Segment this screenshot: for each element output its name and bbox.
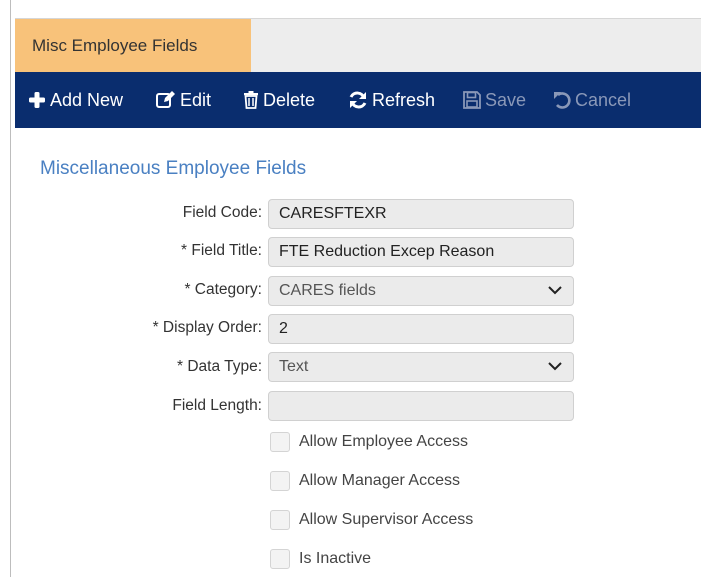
plus-icon: [29, 92, 45, 108]
field-length-input[interactable]: [268, 391, 574, 421]
field-code-label: Field Code:: [182, 204, 262, 221]
allow-manager-access-checkbox[interactable]: Allow Manager Access: [270, 471, 460, 491]
field-title-input[interactable]: FTE Reduction Excep Reason: [268, 237, 574, 267]
cancel-button[interactable]: Cancel: [553, 72, 631, 128]
refresh-label: Refresh: [372, 89, 436, 110]
is-inactive-checkbox[interactable]: Is Inactive: [270, 549, 371, 569]
refresh-button[interactable]: Refresh: [348, 72, 435, 128]
add-new-button[interactable]: Add New: [28, 72, 123, 128]
category-label: * Category:: [184, 281, 262, 298]
display-order-input[interactable]: 2: [268, 314, 574, 344]
allow-employee-access-label: Allow Employee Access: [299, 433, 468, 450]
category-select[interactable]: CARES fields: [268, 276, 574, 306]
checkbox-box[interactable]: [270, 471, 290, 491]
field-code-input[interactable]: CARESFTEXR: [268, 199, 574, 229]
allow-supervisor-access-checkbox[interactable]: Allow Supervisor Access: [270, 510, 473, 530]
allow-supervisor-access-label: Allow Supervisor Access: [299, 511, 474, 528]
checkbox-box[interactable]: [270, 432, 290, 452]
data-type-value: Text: [279, 358, 309, 375]
delete-button[interactable]: Delete: [243, 72, 315, 128]
allow-manager-access-label: Allow Manager Access: [299, 472, 460, 489]
display-order-value: 2: [279, 320, 288, 337]
field-title-label: * Field Title:: [181, 242, 262, 259]
allow-employee-access-checkbox[interactable]: Allow Employee Access: [270, 432, 468, 452]
display-order-label: * Display Order:: [152, 319, 262, 336]
chevron-down-icon: [548, 362, 562, 371]
refresh-icon: [349, 91, 367, 109]
toolbar: Add New Edit Delete Refresh Save Cancel: [15, 72, 701, 128]
floppy-disk-icon: [463, 91, 481, 109]
edit-button[interactable]: Edit: [156, 72, 211, 128]
tab-misc-employee-fields[interactable]: Misc Employee Fields: [15, 19, 251, 73]
field-length-label: Field Length:: [172, 397, 262, 414]
edit-label: Edit: [180, 89, 212, 110]
category-value: CARES fields: [279, 282, 376, 299]
checkbox-box[interactable]: [270, 549, 290, 569]
edit-icon: [156, 91, 175, 108]
save-label: Save: [485, 89, 527, 110]
form-title: Miscellaneous Employee Fields: [40, 158, 307, 179]
field-title-value: FTE Reduction Excep Reason: [279, 243, 495, 260]
tab-bar: Misc Employee Fields: [15, 18, 701, 73]
data-type-label: * Data Type:: [176, 358, 262, 375]
chevron-down-icon: [548, 286, 562, 295]
tab-label: Misc Employee Fields: [32, 36, 198, 55]
delete-label: Delete: [263, 89, 316, 110]
add-new-label: Add New: [50, 89, 124, 110]
field-code-value: CARESFTEXR: [279, 205, 387, 222]
data-type-select[interactable]: Text: [268, 352, 574, 382]
save-button[interactable]: Save: [463, 72, 526, 128]
undo-icon: [554, 92, 571, 109]
checkbox-box[interactable]: [270, 510, 290, 530]
cancel-label: Cancel: [575, 89, 632, 110]
trash-icon: [244, 91, 258, 109]
is-inactive-label: Is Inactive: [299, 550, 372, 567]
